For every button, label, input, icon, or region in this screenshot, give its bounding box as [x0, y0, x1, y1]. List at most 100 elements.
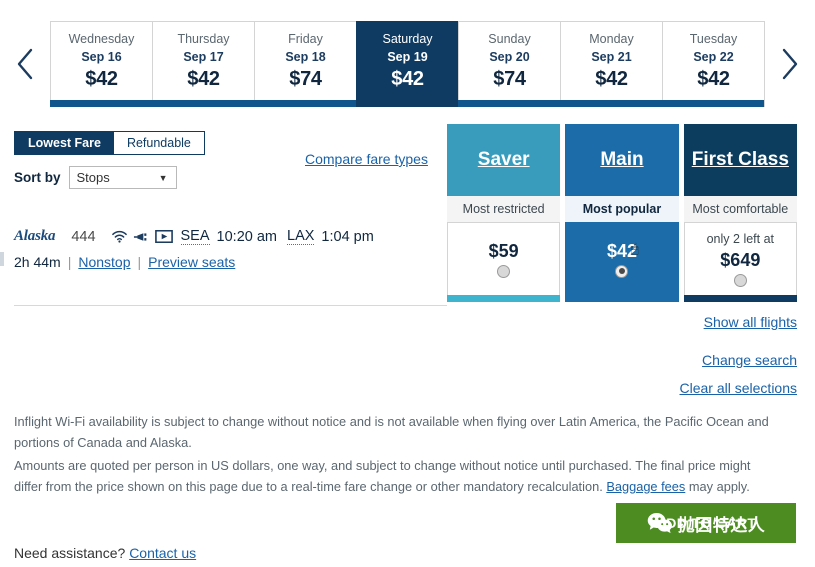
fare-accent-first-class	[683, 295, 797, 302]
fare-radio-saver[interactable]	[497, 264, 511, 278]
cursor-pointer-icon: 🖱	[630, 240, 639, 256]
fare-radio-first-class[interactable]	[733, 273, 747, 287]
fare-cell-main[interactable]: $42 🖱	[565, 222, 679, 295]
compare-fare-types-link[interactable]: Compare fare types	[305, 151, 428, 167]
fare-class-grid: Saver Most restricted $59 Main Most popu…	[447, 124, 797, 302]
fare-subtitle-first-class: Most comfortable	[683, 196, 797, 222]
pricing-disclaimer-tail: may apply.	[685, 479, 750, 495]
date-card-date: Sep 20	[489, 50, 530, 64]
chevron-right-icon	[782, 48, 798, 80]
date-card-date: Sep 17	[183, 50, 224, 64]
fare-header-main[interactable]: Main	[565, 124, 679, 196]
date-selector-strip: Wednesday Sep 16 $42 Thursday Sep 17 $42…	[0, 14, 815, 114]
contact-us-link[interactable]: Contact us	[129, 545, 196, 561]
fare-header-first-class[interactable]: First Class	[683, 124, 797, 196]
date-card-saturday[interactable]: Saturday Sep 19 $42	[356, 21, 459, 107]
fare-radio-main[interactable]	[615, 264, 629, 278]
date-cards: Wednesday Sep 16 $42 Thursday Sep 17 $42…	[50, 21, 765, 107]
date-card-dow: Wednesday	[68, 31, 135, 46]
baggage-fees-link[interactable]: Baggage fees	[606, 479, 685, 494]
section-divider	[14, 305, 447, 306]
date-card-price: $42	[697, 68, 730, 91]
fare-header-label: Main	[600, 149, 644, 170]
toggle-refundable[interactable]: Refundable	[113, 132, 204, 154]
fare-header-label: Saver	[477, 149, 530, 170]
flight-number: 444	[71, 228, 96, 245]
chevron-down-icon: ▼	[158, 172, 168, 183]
flight-booking-page: Wednesday Sep 16 $42 Thursday Sep 17 $42…	[0, 0, 815, 567]
amenity-icons	[111, 230, 173, 243]
date-card-tuesday[interactable]: Tuesday Sep 22 $42	[662, 21, 765, 107]
alaska-airlines-logo: Alaska	[14, 228, 56, 244]
fare-column-main: Main Most popular $42 🖱	[565, 124, 679, 302]
prev-dates-arrow[interactable]	[0, 14, 50, 114]
fare-header-label: First Class	[691, 149, 789, 170]
preview-seats-link[interactable]: Preview seats	[148, 254, 235, 270]
sort-by-label: Sort by	[14, 170, 61, 185]
sort-row: Sort by Stops ▼	[14, 166, 177, 189]
date-card-sunday[interactable]: Sunday Sep 20 $74	[458, 21, 561, 107]
footer-question: Need assistance?	[14, 545, 130, 561]
fare-column-saver: Saver Most restricted $59	[447, 124, 561, 302]
fare-seats-left-note: only 2 left at	[706, 231, 775, 246]
fare-subtitle-main: Most popular	[565, 196, 679, 222]
fare-cell-first-class[interactable]: only 2 left at $649	[683, 222, 797, 295]
pricing-disclaimer: Amounts are quoted per person in US doll…	[14, 455, 774, 497]
date-card-price: $42	[391, 68, 424, 91]
date-card-dow: Friday	[288, 31, 323, 46]
date-card-price: $42	[595, 68, 628, 91]
power-outlet-icon	[133, 232, 146, 241]
fare-type-toggle: Lowest Fare Refundable	[14, 131, 205, 155]
date-card-date: Sep 19	[387, 50, 428, 64]
date-card-dow: Monday	[589, 31, 634, 46]
sort-by-select[interactable]: Stops ▼	[68, 166, 177, 189]
fare-column-first-class: First Class Most comfortable only 2 left…	[683, 124, 797, 302]
fare-header-saver[interactable]: Saver	[447, 124, 561, 196]
flight-summary-line: Alaska 444 SEA 10:20 am LAX 1:04 pm	[0, 228, 447, 245]
date-card-monday[interactable]: Monday Sep 21 $42	[560, 21, 663, 107]
fare-accent-main	[565, 295, 679, 302]
nonstop-link[interactable]: Nonstop	[78, 254, 130, 270]
change-search-link[interactable]: Change search	[702, 352, 797, 368]
date-card-friday[interactable]: Friday Sep 18 $74	[254, 21, 357, 107]
date-card-thursday[interactable]: Thursday Sep 17 $42	[152, 21, 255, 107]
next-dates-arrow[interactable]	[765, 14, 815, 114]
add-to-cart-label: ADD TO CART	[655, 515, 757, 531]
toggle-lowest-fare[interactable]: Lowest Fare	[15, 132, 114, 154]
date-card-price: $74	[289, 68, 322, 91]
footer-assistance: Need assistance? Contact us	[14, 545, 196, 561]
fare-accent-saver	[447, 295, 561, 302]
wifi-icon	[111, 230, 127, 243]
origin-airport-code[interactable]: SEA	[180, 228, 210, 245]
chevron-left-icon	[17, 48, 33, 80]
date-card-dow: Sunday	[488, 31, 531, 46]
date-card-date: Sep 21	[591, 50, 632, 64]
date-card-date: Sep 16	[81, 50, 122, 64]
date-card-price: $74	[493, 68, 526, 91]
sort-by-value: Stops	[76, 170, 110, 185]
clear-all-selections-link[interactable]: Clear all selections	[680, 380, 798, 396]
detail-separator: |	[67, 254, 72, 270]
date-card-date: Sep 18	[285, 50, 326, 64]
add-to-cart-button[interactable]: ADD TO CART	[616, 503, 796, 543]
departure-time: 10:20 am	[216, 228, 277, 245]
date-card-price: $42	[85, 68, 118, 91]
date-card-dow: Tuesday	[689, 31, 738, 46]
date-card-wednesday[interactable]: Wednesday Sep 16 $42	[50, 21, 153, 107]
flight-result-row: Alaska 444 SEA 10:20 am LAX 1:04 pm 2h 4…	[0, 228, 447, 270]
flight-duration: 2h 44m	[14, 254, 61, 270]
fare-price-first-class: $649	[720, 249, 761, 270]
entertainment-screen-icon	[154, 230, 173, 243]
date-card-dow: Thursday	[177, 31, 230, 46]
fare-cell-saver[interactable]: $59	[447, 222, 561, 295]
show-all-flights-link[interactable]: Show all flights	[704, 314, 797, 330]
date-card-dow: Saturday	[382, 31, 433, 46]
date-card-date: Sep 22	[693, 50, 734, 64]
arrival-time: 1:04 pm	[321, 228, 374, 245]
destination-airport-code[interactable]: LAX	[287, 228, 315, 245]
flight-detail-line: 2h 44m | Nonstop | Preview seats	[0, 254, 447, 270]
detail-separator: |	[137, 254, 142, 270]
fare-price-saver: $59	[488, 240, 519, 261]
wifi-disclaimer: Inflight Wi-Fi availability is subject t…	[14, 414, 769, 451]
date-card-price: $42	[187, 68, 220, 91]
